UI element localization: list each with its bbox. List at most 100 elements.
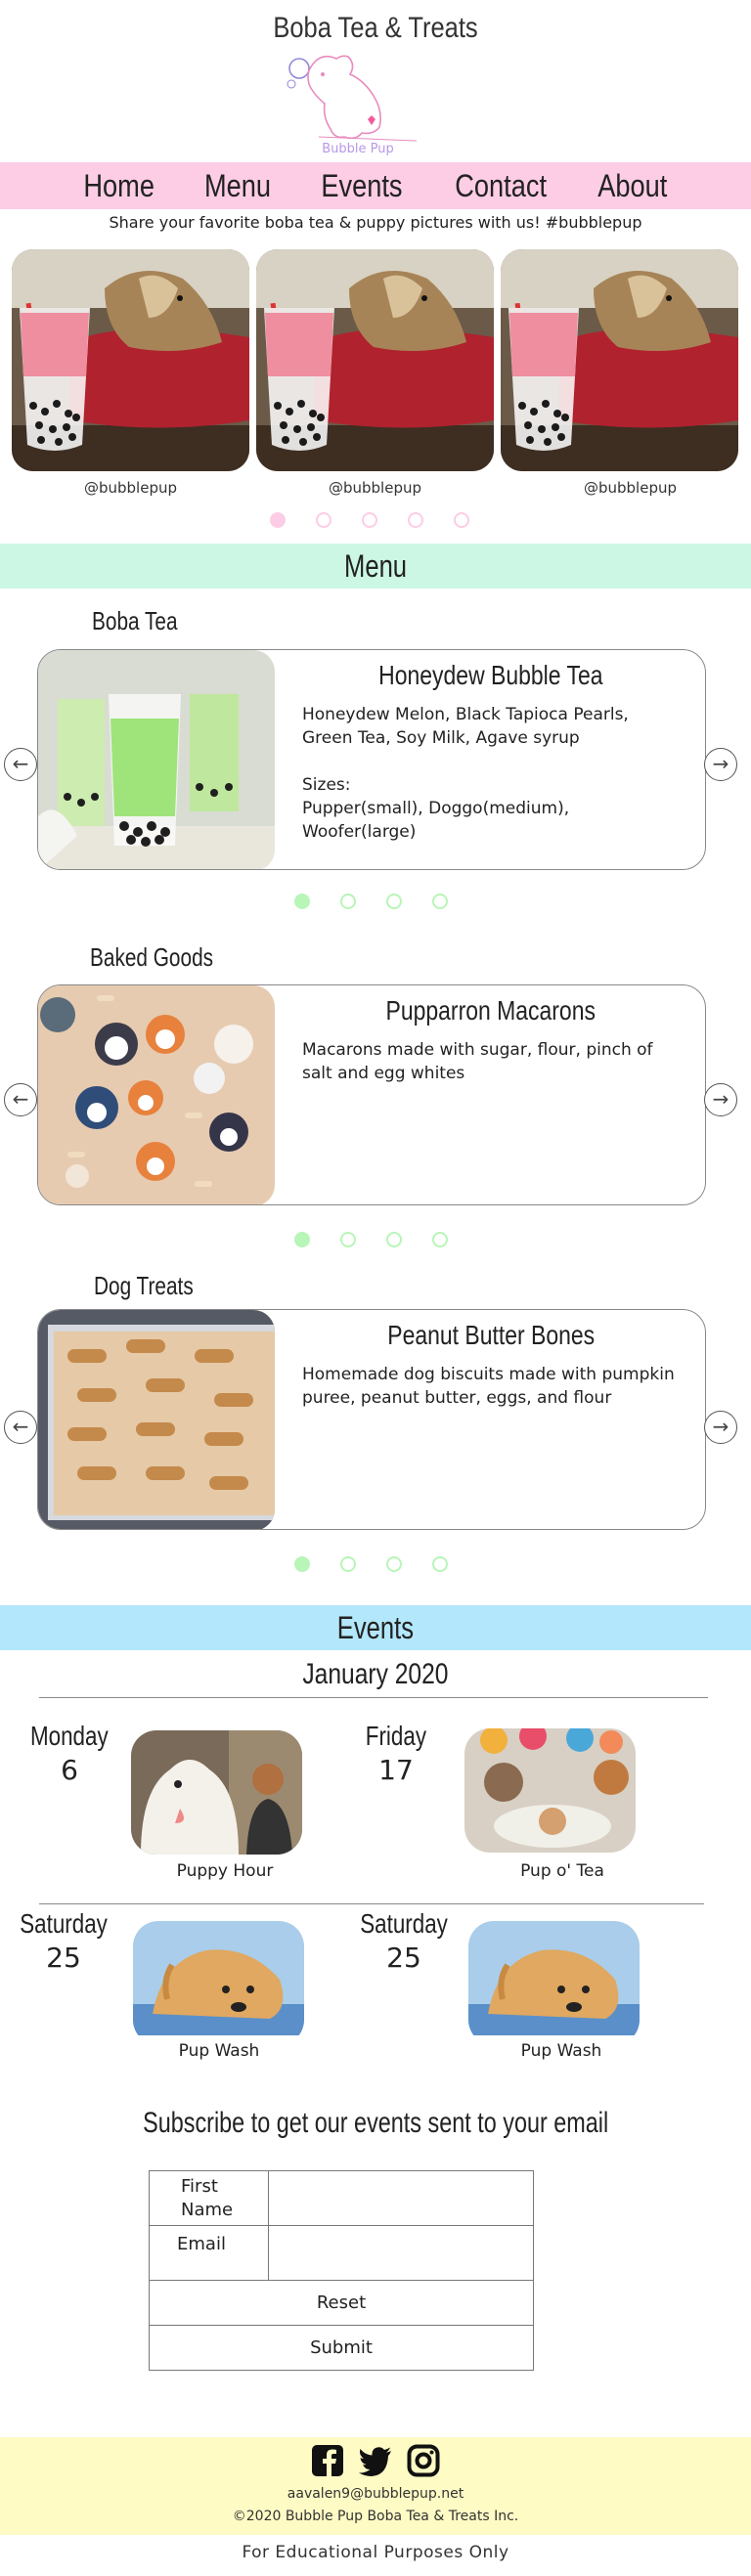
gallery-caption: @bubblepup [583, 479, 678, 497]
first-name-label: First Name [149, 2170, 269, 2226]
category-heading: Baked Goods [90, 942, 244, 973]
menu-item-card: Pupparron Macarons Macarons made with su… [37, 984, 706, 1205]
event-name: Puppy Hour [176, 1861, 274, 1881]
subscribe-form: First Name Email Reset Submit [149, 2170, 534, 2371]
prev-arrow-icon[interactable]: ← [4, 1083, 37, 1116]
site-title: Boba Tea & Treats [273, 12, 478, 44]
event-day: Saturday [360, 1908, 448, 1939]
carousel-dot[interactable] [294, 1232, 310, 1247]
event-name: Pup Wash [178, 2041, 260, 2061]
puppy-hour-photo[interactable] [131, 1730, 302, 1855]
event-day-number: 17 [378, 1754, 414, 1786]
next-arrow-icon[interactable]: → [704, 748, 737, 781]
divider [39, 1903, 704, 1904]
email-input[interactable] [269, 2226, 533, 2280]
twitter-icon[interactable] [358, 2444, 393, 2481]
pup-wash-photo[interactable] [468, 1921, 640, 2045]
next-arrow-icon[interactable]: → [704, 1411, 737, 1444]
category-label: Dog Treats [94, 1271, 194, 1300]
nav-menu[interactable]: Menu [204, 168, 271, 204]
events-heading-text: Events [336, 1610, 415, 1645]
footer-copyright: ©2020 Bubble Pup Boba Tea & Treats Inc. [232, 2509, 519, 2524]
share-text: Share your favorite boba tea & puppy pic… [109, 213, 642, 232]
first-name-input[interactable] [269, 2171, 533, 2225]
category-heading: Boba Tea [92, 606, 199, 636]
carousel-dot[interactable] [270, 512, 286, 528]
event-name: Pup o' Tea [520, 1861, 604, 1881]
carousel-dot[interactable] [386, 894, 402, 909]
subscribe-heading: Subscribe to get our events sent to your… [0, 2107, 751, 2140]
event-date: Monday 6 [6, 1721, 133, 1786]
menu-item-card: Honeydew Bubble Tea Honeydew Melon, Blac… [37, 649, 706, 870]
events-month: January 2020 [0, 1658, 751, 1691]
carousel-dot[interactable] [432, 1556, 448, 1572]
event-day: Saturday [20, 1908, 108, 1939]
prev-arrow-icon[interactable]: ← [4, 748, 37, 781]
event-date: Saturday 25 [0, 1908, 127, 1974]
gallery-photo[interactable] [501, 249, 738, 471]
logo-text: Bubble Pup [322, 142, 394, 156]
item-title-text: Peanut Butter Bones [387, 1320, 595, 1350]
category-label: Boba Tea [92, 606, 178, 635]
nav-home[interactable]: Home [84, 168, 155, 204]
menu-item-card: Peanut Butter Bones Homemade dog biscuit… [37, 1309, 706, 1530]
carousel-dot[interactable] [454, 512, 469, 528]
next-arrow-icon[interactable]: → [704, 1083, 737, 1116]
nav-events[interactable]: Events [321, 168, 402, 204]
pup-o-tea-photo[interactable] [464, 1728, 636, 1853]
events-month-text: January 2020 [302, 1658, 449, 1690]
event-day: Monday [30, 1721, 109, 1751]
carousel-dot[interactable] [294, 1556, 310, 1572]
main-nav: Home Menu Events Contact About [0, 162, 751, 209]
email-field[interactable] [268, 2225, 534, 2281]
gallery-photo[interactable] [256, 249, 494, 471]
event-day-number: 6 [61, 1754, 78, 1786]
carousel-dot[interactable] [386, 1232, 402, 1247]
menu-dots [294, 1556, 448, 1572]
carousel-dot[interactable] [386, 1556, 402, 1572]
instagram-icon[interactable] [407, 2444, 440, 2481]
email-label: Email [149, 2225, 269, 2281]
footer-email[interactable]: aavalen9@bubblepup.net [0, 2486, 751, 2502]
gallery-caption: @bubblepup [328, 479, 422, 497]
submit-button[interactable]: Submit [149, 2325, 534, 2371]
carousel-dot[interactable] [340, 1232, 356, 1247]
nav-contact[interactable]: Contact [455, 168, 547, 204]
gallery-dots [270, 512, 469, 528]
pup-wash-photo[interactable] [133, 1921, 304, 2045]
menu-heading-text: Menu [343, 548, 408, 584]
event-day-number: 25 [46, 1942, 81, 1974]
first-name-field[interactable] [268, 2170, 534, 2226]
category-heading: Dog Treats [94, 1271, 218, 1301]
divider [39, 1697, 708, 1698]
carousel-dot[interactable] [362, 512, 377, 528]
carousel-dot[interactable] [316, 512, 331, 528]
menu-dots [294, 894, 448, 909]
carousel-dot[interactable] [340, 894, 356, 909]
carousel-dot[interactable] [432, 1232, 448, 1247]
reset-button[interactable]: Reset [149, 2280, 534, 2326]
honeydew-tea-photo [38, 650, 275, 869]
macarons-photo [38, 985, 275, 1204]
gallery-caption: @bubblepup [83, 479, 178, 497]
event-date: Friday 17 [332, 1721, 460, 1786]
menu-dots [294, 1232, 448, 1247]
events-heading: Events [0, 1605, 751, 1650]
dog-treats-photo [38, 1310, 275, 1529]
prev-arrow-icon[interactable]: ← [4, 1411, 37, 1444]
item-title-text: Pupparron Macarons [385, 995, 596, 1026]
gallery-photo[interactable] [12, 249, 249, 471]
nav-about[interactable]: About [597, 168, 667, 204]
category-label: Baked Goods [90, 942, 214, 972]
item-title: Peanut Butter Bones [275, 1320, 705, 1351]
facebook-icon[interactable] [311, 2444, 344, 2481]
carousel-dot[interactable] [408, 512, 423, 528]
item-title: Pupparron Macarons [275, 995, 705, 1026]
menu-heading: Menu [0, 544, 751, 589]
footer-note: For Educational Purposes Only [242, 2543, 509, 2562]
carousel-dot[interactable] [294, 894, 310, 909]
carousel-dot[interactable] [432, 894, 448, 909]
carousel-dot[interactable] [340, 1556, 356, 1572]
subscribe-heading-text: Subscribe to get our events sent to your… [142, 2107, 609, 2139]
bubble-pup-logo[interactable]: Bubble Pup [280, 51, 436, 164]
